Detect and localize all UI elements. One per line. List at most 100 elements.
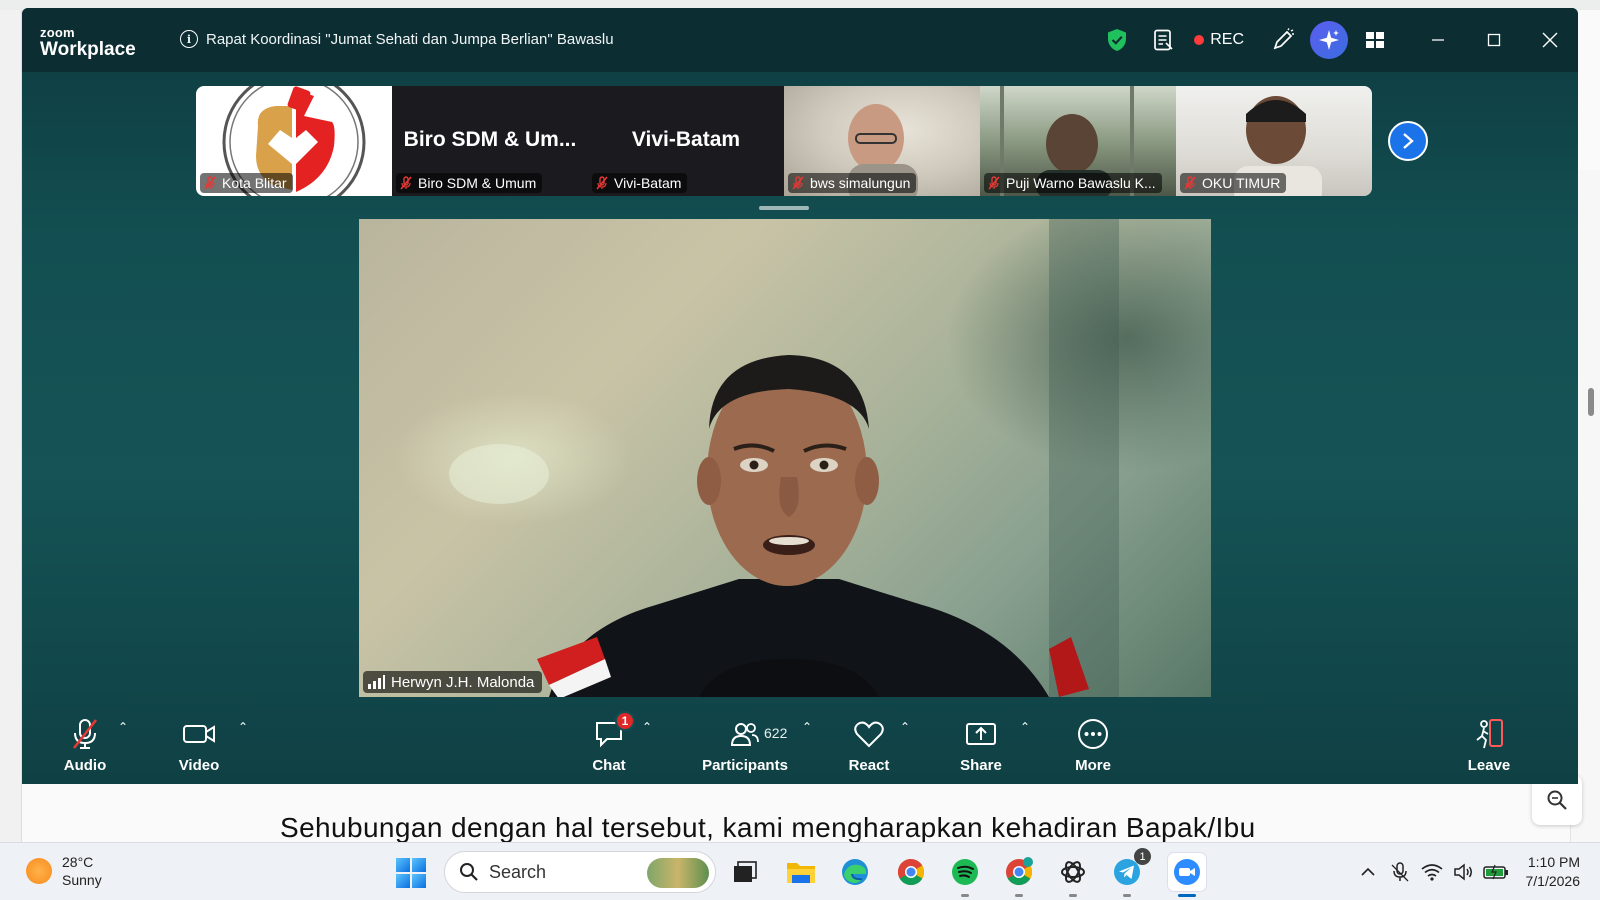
wifi-icon[interactable] xyxy=(1416,856,1448,888)
heart-icon xyxy=(853,717,885,751)
chat-options-chevron-up-icon[interactable]: ⌃ xyxy=(642,720,652,734)
audio-options-chevron-up-icon[interactable]: ⌃ xyxy=(118,720,128,734)
meeting-notes-icon[interactable] xyxy=(1140,17,1186,63)
recording-dot-icon xyxy=(1194,35,1205,45)
participant-name: Vivi-Batam xyxy=(614,175,682,191)
minimize-icon xyxy=(1432,39,1444,41)
participant-tile[interactable]: Kota Blitar xyxy=(196,86,392,196)
rec-label: REC xyxy=(1210,31,1244,48)
background-left-pane xyxy=(0,10,22,842)
muted-mic-icon xyxy=(594,175,610,191)
taskbar-spotify-icon[interactable] xyxy=(946,853,984,897)
maximize-icon xyxy=(1487,33,1501,47)
magnifier-icon xyxy=(1547,790,1567,810)
video-button[interactable]: Video xyxy=(174,704,224,774)
audio-label: Audio xyxy=(63,757,107,774)
more-button[interactable]: More xyxy=(1068,704,1118,774)
running-indicator xyxy=(1123,894,1131,897)
ai-companion-sparkle-icon xyxy=(1310,21,1348,59)
active-speaker-video[interactable]: Herwyn J.H. Malonda xyxy=(359,219,1211,697)
participant-tile[interactable]: bws simalungun xyxy=(784,86,980,196)
search-placeholder: Search xyxy=(489,861,547,882)
search-highlight-image xyxy=(647,858,709,888)
security-shield-icon[interactable] xyxy=(1094,17,1140,63)
share-label: Share xyxy=(960,757,1002,774)
system-tray: 1:10 PM 7/1/2026 xyxy=(1352,843,1600,900)
video-label: Video xyxy=(178,757,220,774)
zoom-workplace-logo: zoom Workplace xyxy=(40,26,136,59)
signal-strength-icon xyxy=(368,675,385,689)
meeting-info[interactable]: i Rapat Koordinasi "Jumat Sehati dan Jum… xyxy=(180,30,614,48)
video-options-chevron-up-icon[interactable]: ⌃ xyxy=(238,720,248,734)
zoom-meeting-window: zoom Workplace i Rapat Koordinasi "Jumat… xyxy=(22,8,1578,784)
active-indicator xyxy=(1178,894,1196,897)
participant-tile[interactable]: Puji Warno Bawaslu K... xyxy=(980,86,1176,196)
participant-tile[interactable]: Vivi-Batam Vivi-Batam xyxy=(588,86,784,196)
microphone-in-use-icon[interactable] xyxy=(1384,856,1416,888)
participants-button[interactable]: 622 Participants xyxy=(700,704,790,774)
muted-microphone-icon xyxy=(70,717,100,751)
running-indicator xyxy=(961,894,969,897)
participant-name: Biro SDM & Umum xyxy=(418,175,537,191)
leave-door-icon xyxy=(1472,717,1506,751)
more-label: More xyxy=(1075,757,1111,774)
speaker-name: Herwyn J.H. Malonda xyxy=(391,673,535,691)
muted-mic-icon xyxy=(790,175,806,191)
participant-name: OKU TIMUR xyxy=(1202,175,1281,191)
participant-display-name: Biro SDM & Um... xyxy=(403,128,577,151)
participant-name-bar: Biro SDM & Umum xyxy=(396,173,543,193)
taskbar-chrome-icon[interactable] xyxy=(892,853,930,891)
participants-options-chevron-up-icon[interactable]: ⌃ xyxy=(802,720,812,734)
audio-button[interactable]: Audio xyxy=(60,704,110,774)
taskbar-search-input[interactable]: Search xyxy=(444,851,716,893)
participant-name: bws simalungun xyxy=(810,175,911,191)
video-camera-icon xyxy=(182,717,216,751)
info-icon[interactable]: i xyxy=(180,30,198,48)
taskbar-chrome-profile-icon[interactable] xyxy=(1000,853,1038,897)
react-button[interactable]: React xyxy=(844,704,894,774)
chevron-up-icon[interactable] xyxy=(1352,856,1384,888)
annotate-pen-icon[interactable] xyxy=(1260,17,1306,63)
minimize-button[interactable] xyxy=(1410,8,1466,72)
scrollbar-thumb[interactable] xyxy=(1588,388,1594,416)
taskbar-file-explorer-icon[interactable] xyxy=(782,853,820,891)
close-icon xyxy=(1542,32,1558,48)
taskbar-clock[interactable]: 1:10 PM 7/1/2026 xyxy=(1526,853,1581,891)
chat-label: Chat xyxy=(592,757,626,774)
battery-charging-icon[interactable] xyxy=(1480,856,1512,888)
leave-button[interactable]: Leave xyxy=(1462,704,1516,774)
share-options-chevron-up-icon[interactable]: ⌃ xyxy=(1020,720,1030,734)
participants-icon: 622 xyxy=(730,717,787,751)
participant-name-bar: OKU TIMUR xyxy=(1180,173,1287,193)
chat-button[interactable]: 1 Chat xyxy=(584,704,635,774)
clock-date: 7/1/2026 xyxy=(1525,873,1581,889)
taskbar-telegram-icon[interactable]: 1 xyxy=(1108,848,1151,897)
ai-companion-button[interactable] xyxy=(1306,17,1352,63)
apps-grid-icon[interactable] xyxy=(1352,17,1398,63)
gallery-next-button[interactable] xyxy=(1388,121,1428,161)
participants-count: 622 xyxy=(764,725,788,741)
maximize-button[interactable] xyxy=(1466,8,1522,72)
taskbar-chatgpt-icon[interactable] xyxy=(1054,853,1092,897)
muted-mic-icon xyxy=(1182,175,1198,191)
recording-indicator[interactable]: REC xyxy=(1194,31,1244,49)
gallery-resize-handle[interactable] xyxy=(759,206,809,210)
react-options-chevron-up-icon[interactable]: ⌃ xyxy=(900,720,910,734)
participant-gallery-strip: Kota Blitar Biro SDM & Um... Biro SDM & … xyxy=(196,86,1372,196)
volume-icon[interactable] xyxy=(1448,856,1480,888)
windows-taskbar: 28°C Sunny Search 1 1:10 PM 7/1/2026 xyxy=(0,842,1600,900)
share-button[interactable]: Share xyxy=(956,704,1006,774)
participant-tile[interactable]: Biro SDM & Um... Biro SDM & Umum xyxy=(392,86,588,196)
taskbar-zoom-icon[interactable] xyxy=(1168,853,1206,897)
muted-mic-icon xyxy=(398,175,414,191)
close-button[interactable] xyxy=(1522,8,1578,72)
title-bar-controls: REC xyxy=(1094,8,1578,72)
share-screen-icon xyxy=(965,717,997,751)
weather-condition: Sunny xyxy=(62,872,102,888)
taskbar-task-view-icon[interactable] xyxy=(726,853,764,891)
more-ellipsis-icon xyxy=(1077,717,1109,751)
weather-widget[interactable]: 28°C Sunny xyxy=(26,853,102,889)
windows-start-icon[interactable] xyxy=(396,858,426,888)
participant-tile[interactable]: OKU TIMUR xyxy=(1176,86,1372,196)
taskbar-edge-icon[interactable] xyxy=(836,853,874,891)
